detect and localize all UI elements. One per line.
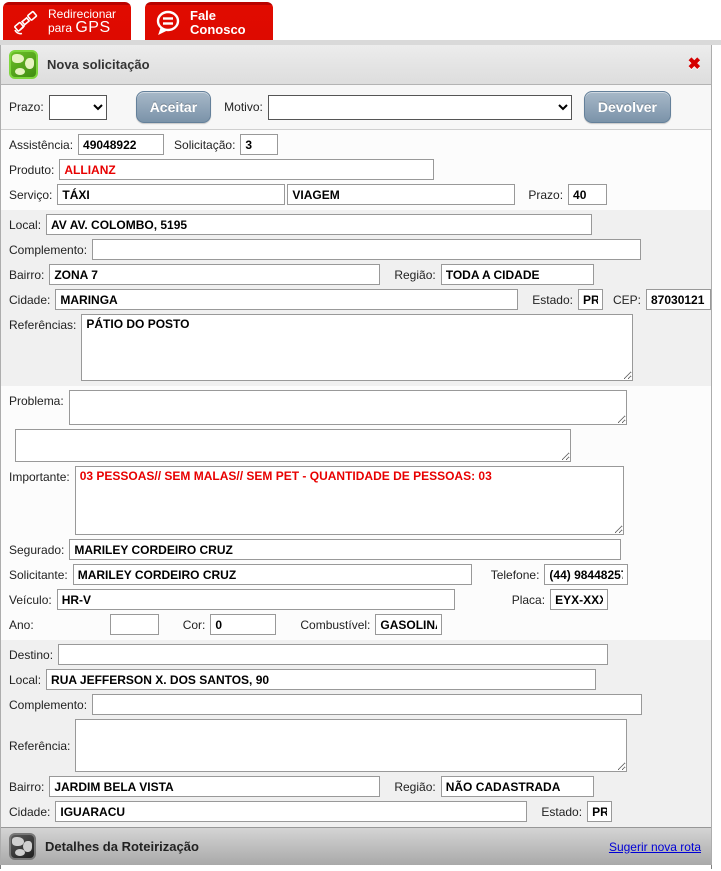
placa-label: Placa: <box>511 592 546 607</box>
complemento-label: Complemento: <box>9 242 88 257</box>
globe-dark-icon <box>9 833 36 860</box>
servico-label: Serviço: <box>9 187 53 202</box>
regiao-input[interactable] <box>440 264 594 285</box>
cep-label: CEP: <box>612 292 641 307</box>
extra-note-textarea[interactable] <box>15 429 571 462</box>
local-input[interactable] <box>46 214 593 235</box>
globe-icon <box>9 50 38 79</box>
destino-local-input[interactable] <box>46 669 597 690</box>
accept-button[interactable]: Aceitar <box>135 91 212 123</box>
placa-input[interactable] <box>550 589 609 610</box>
combustivel-input[interactable] <box>375 614 443 635</box>
cidade-label: Cidade: <box>9 292 51 307</box>
destino-regiao-input[interactable] <box>440 776 594 797</box>
destino-label: Destino: <box>9 647 54 662</box>
cor-input[interactable] <box>210 614 277 635</box>
top-tab-bar: Redirecionar para GPS Fale Conosco <box>0 0 721 45</box>
routing-details-header: Detalhes da Roteirização Sugerir nova ro… <box>1 827 711 865</box>
destino-regiao-label: Região: <box>394 779 436 794</box>
produto-input[interactable] <box>59 159 435 180</box>
section-identification: Assistência: Solicitação: Produto: Servi… <box>1 130 711 210</box>
motivo-select[interactable] <box>267 94 572 120</box>
return-button[interactable]: Devolver <box>583 91 671 123</box>
assistencia-label: Assistência: <box>9 137 74 152</box>
complemento-input[interactable] <box>92 239 642 260</box>
destino-bairro-label: Bairro: <box>9 779 45 794</box>
estado-label: Estado: <box>532 292 573 307</box>
combustivel-label: Combustível: <box>300 617 371 632</box>
assistencia-input[interactable] <box>78 134 165 155</box>
contact-button-label: Fale Conosco <box>190 7 246 37</box>
solicitante-input[interactable] <box>72 564 472 585</box>
destino-referencia-textarea[interactable] <box>75 719 628 772</box>
tab-bar-bottom-strip <box>0 40 721 45</box>
servico-input[interactable] <box>57 184 286 205</box>
bairro-input[interactable] <box>49 264 381 285</box>
ano-label: Ano: <box>9 617 34 632</box>
ano-input[interactable] <box>109 614 159 635</box>
regiao-label: Região: <box>394 267 436 282</box>
destino-cidade-label: Cidade: <box>9 804 51 819</box>
page-title: Nova solicitação <box>47 57 150 72</box>
routing-details-title: Detalhes da Roteirização <box>45 839 199 854</box>
section-destination: Destino: Local: Complemento: Referência:… <box>1 640 711 827</box>
destino-cidade-input[interactable] <box>55 801 528 822</box>
referencias-textarea[interactable]: PÁTIO DO POSTO <box>81 314 634 381</box>
local-label: Local: <box>9 217 42 232</box>
motivo-select-label: Motivo: <box>224 100 263 114</box>
destino-input[interactable] <box>58 644 609 665</box>
new-request-panel: Nova solicitação ✖ Prazo: Aceitar Motivo… <box>0 45 712 865</box>
cor-label: Cor: <box>182 617 206 632</box>
telefone-label: Telefone: <box>490 567 540 582</box>
routing-content-strip <box>0 865 712 869</box>
problema-textarea[interactable] <box>68 390 627 425</box>
destino-local-label: Local: <box>9 672 42 687</box>
redirect-to-gps-button[interactable]: Redirecionar para GPS <box>3 2 131 43</box>
destino-complemento-label: Complemento: <box>9 697 88 712</box>
referencias-label: Referências: <box>9 318 77 332</box>
cep-input[interactable] <box>646 289 711 310</box>
prazo-select-label: Prazo: <box>9 100 44 114</box>
satellite-icon <box>11 8 41 38</box>
contact-us-button[interactable]: Fale Conosco <box>145 2 273 43</box>
importante-textarea[interactable]: 03 PESSOAS// SEM MALAS// SEM PET - QUANT… <box>74 466 624 535</box>
segurado-input[interactable] <box>69 539 622 560</box>
servico-type-input[interactable] <box>287 184 516 205</box>
importante-label: Importante: <box>9 470 70 484</box>
destino-referencia-label: Referência: <box>9 738 71 753</box>
close-icon[interactable]: ✖ <box>688 56 701 73</box>
segurado-label: Segurado: <box>9 542 65 557</box>
action-toolbar: Prazo: Aceitar Motivo: Devolver <box>1 85 711 130</box>
veiculo-label: Veículo: <box>9 592 52 607</box>
solicitacao-label: Solicitação: <box>174 137 236 152</box>
solicitacao-input[interactable] <box>240 134 279 155</box>
gps-button-label: Redirecionar para GPS <box>48 6 117 37</box>
problema-label: Problema: <box>9 394 64 408</box>
estado-input[interactable] <box>577 289 603 310</box>
prazo-label: Prazo: <box>528 187 564 202</box>
destino-estado-input[interactable] <box>587 801 613 822</box>
solicitante-label: Solicitante: <box>9 567 68 582</box>
prazo-input[interactable] <box>568 184 608 205</box>
section-origin-address: Local: Complemento: Bairro: Região: Cida… <box>1 210 711 386</box>
produto-label: Produto: <box>9 162 55 177</box>
suggest-new-route-link[interactable]: Sugerir nova rota <box>609 840 701 854</box>
destino-complemento-input[interactable] <box>92 694 643 715</box>
bairro-label: Bairro: <box>9 267 45 282</box>
destino-bairro-input[interactable] <box>49 776 381 797</box>
speech-bubble-icon <box>153 8 183 38</box>
panel-header: Nova solicitação ✖ <box>1 45 711 85</box>
section-problem-people: Problema: Importante: 03 PESSOAS// SEM M… <box>1 386 711 640</box>
telefone-input[interactable] <box>544 564 629 585</box>
veiculo-input[interactable] <box>56 589 455 610</box>
prazo-select[interactable] <box>48 94 107 120</box>
cidade-input[interactable] <box>55 289 519 310</box>
destino-estado-label: Estado: <box>541 804 583 819</box>
